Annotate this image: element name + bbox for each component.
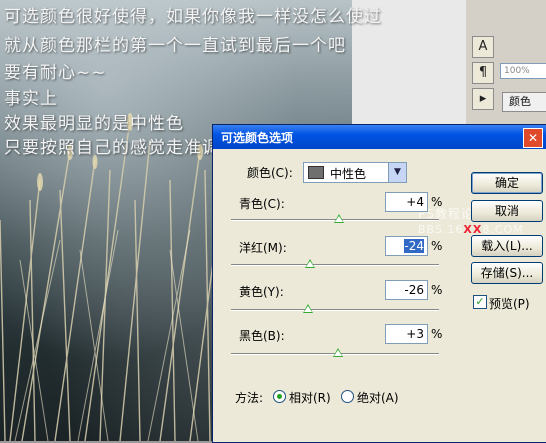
preview-checkbox[interactable]: ✓ [473, 295, 487, 309]
zoom-field[interactable]: 100% [500, 63, 546, 79]
cyan-value-field[interactable]: +4 [385, 192, 428, 212]
slider-label: 洋红(M): [239, 241, 287, 255]
preview-label: 预览(P) [489, 297, 530, 311]
panel-toggle-icon[interactable]: ▸ [472, 88, 494, 110]
method-relative-radio[interactable] [273, 390, 286, 403]
save-button[interactable]: 存储(S)... [471, 262, 543, 284]
watermark-prefix: BBS.16 [418, 223, 464, 236]
overlay-text-line-4: 事实上 [4, 89, 58, 109]
percent-unit: % [431, 327, 443, 341]
color-swatch [308, 166, 324, 179]
cyan-slider-thumb[interactable] [334, 214, 345, 223]
percent-unit: % [431, 195, 443, 209]
paragraph-icon[interactable]: ¶ [472, 62, 494, 84]
dialog-titlebar[interactable]: 可选颜色选项 ✕ [213, 125, 546, 149]
percent-unit: % [431, 239, 443, 253]
overlay-text-line-5: 效果最明显的是中性色 [4, 114, 184, 134]
load-button[interactable]: 载入(L)... [471, 235, 543, 257]
percent-unit: % [431, 283, 443, 297]
magenta-slider-track[interactable] [231, 264, 439, 266]
close-icon[interactable]: ✕ [523, 128, 543, 148]
black-value-field[interactable]: +3 [385, 324, 428, 344]
method-absolute-radio[interactable] [341, 390, 354, 403]
overlay-text-line-1: 可选颜色很好使得，如果你像我一样没怎么使过 [4, 7, 382, 27]
method-absolute-label: 绝对(A) [357, 391, 399, 405]
slider-label: 青色(C): [239, 197, 285, 211]
cancel-button[interactable]: 取消 [471, 200, 543, 222]
magenta-value-field[interactable]: -24 [385, 236, 428, 256]
colors-select-value: 中性色 [330, 167, 367, 181]
yellow-slider-thumb[interactable] [302, 304, 313, 313]
colors-label: 颜色(C): [247, 166, 293, 180]
overlay-text-line-2: 就从颜色那栏的第一个一直试到最后一个吧 [4, 36, 346, 56]
yellow-slider-track[interactable] [231, 309, 439, 311]
tab-color[interactable]: 颜色 [502, 92, 546, 112]
slider-label: 黑色(B): [239, 329, 285, 343]
method-label: 方法: [235, 391, 264, 405]
magenta-slider-thumb[interactable] [305, 259, 316, 268]
dialog-title: 可选颜色选项 [221, 131, 294, 145]
yellow-value-field[interactable]: -26 [385, 280, 428, 300]
chevron-down-icon[interactable]: ▼ [388, 163, 406, 182]
ok-button[interactable]: 确定 [471, 172, 543, 194]
colors-select[interactable]: 中性色 ▼ [303, 162, 407, 183]
type-tool-icon[interactable]: A [472, 36, 494, 58]
overlay-text-line-3: 要有耐心~~ [4, 63, 107, 83]
selective-color-dialog: 可选颜色选项 ✕ PS教程论坛 BBS.16XX8.COM 颜色(C): 中性色… [212, 124, 546, 443]
method-relative-label: 相对(R) [289, 391, 331, 405]
black-slider-thumb[interactable] [333, 348, 344, 357]
slider-label: 黄色(Y): [239, 285, 284, 299]
